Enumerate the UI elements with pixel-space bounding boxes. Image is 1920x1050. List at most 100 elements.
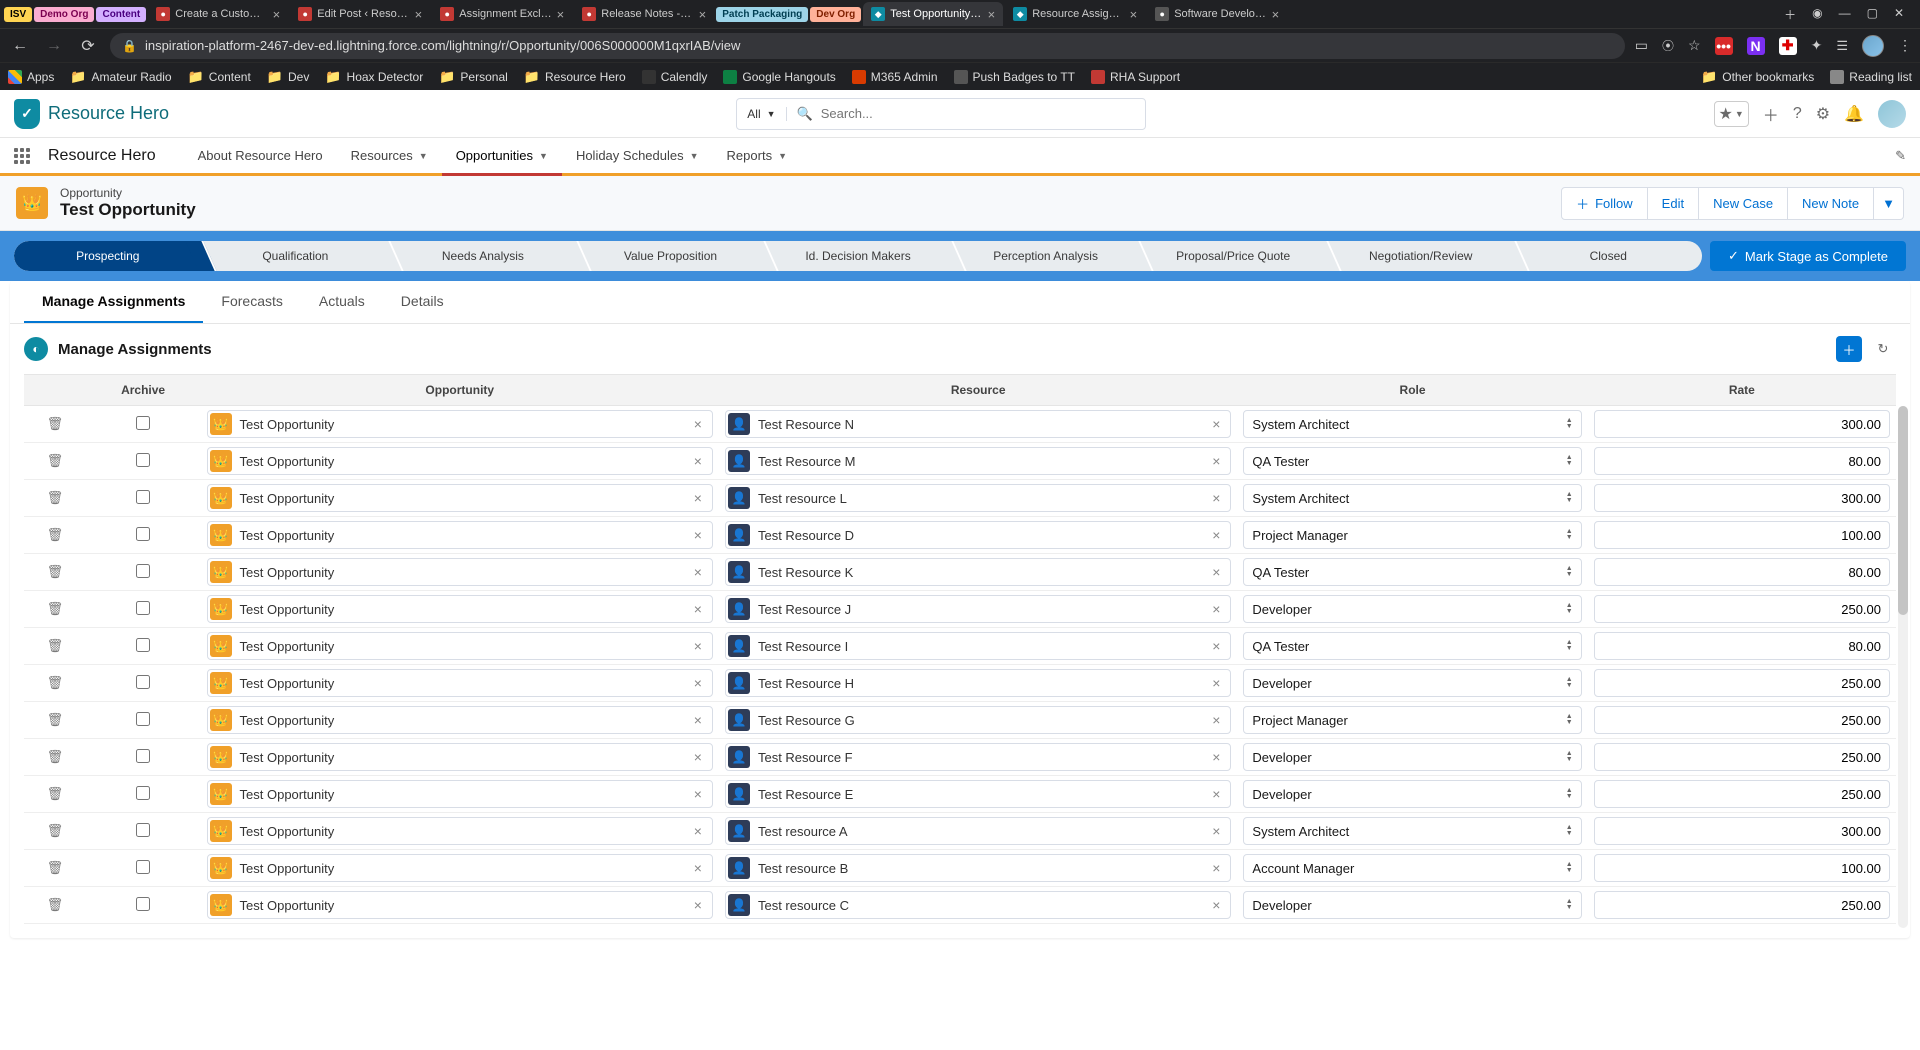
menu-icon[interactable]: ⋮	[1898, 37, 1912, 54]
delete-row-button[interactable]: 🗑	[24, 739, 86, 776]
resource-lookup[interactable]: 👤 Test resource B ×	[725, 854, 1231, 882]
delete-row-button[interactable]: 🗑	[24, 443, 86, 480]
role-select[interactable]: QA Tester ▲▼	[1243, 632, 1581, 660]
stage-item[interactable]: Closed	[1515, 241, 1703, 271]
opportunity-lookup[interactable]: 👑 Test Opportunity ×	[207, 558, 713, 586]
extension-onenote-icon[interactable]: N	[1747, 37, 1765, 55]
browser-tab[interactable]: ●Create a Custom Ma×	[148, 2, 288, 26]
nav-item[interactable]: About Resource Hero	[184, 138, 337, 176]
bookmark-item[interactable]: Push Badges to TT	[954, 70, 1076, 84]
rate-input[interactable]	[1594, 521, 1890, 549]
clear-icon[interactable]: ×	[690, 564, 706, 580]
nav-item[interactable]: Holiday Schedules▼	[562, 138, 713, 176]
archive-checkbox[interactable]	[136, 490, 150, 504]
clear-icon[interactable]: ×	[690, 675, 706, 691]
role-select[interactable]: Developer ▲▼	[1243, 891, 1581, 919]
bookmark-item[interactable]: Calendly	[642, 70, 708, 84]
archive-checkbox[interactable]	[136, 527, 150, 541]
delete-row-button[interactable]: 🗑	[24, 813, 86, 850]
app-launcher-icon[interactable]	[14, 148, 30, 164]
clear-icon[interactable]: ×	[690, 823, 706, 839]
opportunity-lookup[interactable]: 👑 Test Opportunity ×	[207, 447, 713, 475]
rate-input[interactable]	[1594, 669, 1890, 697]
rate-input[interactable]	[1594, 743, 1890, 771]
role-select[interactable]: QA Tester ▲▼	[1243, 447, 1581, 475]
opportunity-lookup[interactable]: 👑 Test Opportunity ×	[207, 484, 713, 512]
clear-icon[interactable]: ×	[1208, 601, 1224, 617]
archive-checkbox[interactable]	[136, 897, 150, 911]
add-assignment-button[interactable]: ＋	[1836, 336, 1862, 362]
resource-lookup[interactable]: 👤 Test Resource H ×	[725, 669, 1231, 697]
clear-icon[interactable]: ×	[1208, 490, 1224, 506]
stage-item[interactable]: Negotiation/Review	[1327, 241, 1515, 271]
back-button[interactable]: ←	[8, 37, 32, 55]
archive-checkbox[interactable]	[136, 675, 150, 689]
clear-icon[interactable]: ×	[1208, 416, 1224, 432]
opportunity-lookup[interactable]: 👑 Test Opportunity ×	[207, 743, 713, 771]
delete-row-button[interactable]: 🗑	[24, 702, 86, 739]
stage-item[interactable]: Qualification	[202, 241, 390, 271]
opportunity-lookup[interactable]: 👑 Test Opportunity ×	[207, 521, 713, 549]
bookmark-item[interactable]: 📁Personal	[439, 69, 508, 85]
close-tab-icon[interactable]: ×	[1272, 7, 1280, 22]
detail-tab[interactable]: Actuals	[301, 281, 383, 323]
rate-input[interactable]	[1594, 706, 1890, 734]
browser-tab[interactable]: ●Edit Post ‹ Resource×	[290, 2, 430, 26]
rate-input[interactable]	[1594, 632, 1890, 660]
stage-item[interactable]: Proposal/Price Quote	[1139, 241, 1327, 271]
clear-icon[interactable]: ×	[1208, 527, 1224, 543]
opportunity-lookup[interactable]: 👑 Test Opportunity ×	[207, 891, 713, 919]
search-scope[interactable]: All ▼	[737, 107, 786, 121]
bookmark-item[interactable]: Reading list	[1830, 69, 1912, 85]
close-tab-icon[interactable]: ×	[1130, 7, 1138, 22]
clear-icon[interactable]: ×	[690, 786, 706, 802]
new-note-button[interactable]: New Note	[1788, 187, 1874, 220]
rate-input[interactable]	[1594, 484, 1890, 512]
resource-lookup[interactable]: 👤 Test Resource E ×	[725, 780, 1231, 808]
rate-input[interactable]	[1594, 854, 1890, 882]
archive-checkbox[interactable]	[136, 860, 150, 874]
clear-icon[interactable]: ×	[690, 749, 706, 765]
clear-icon[interactable]: ×	[690, 601, 706, 617]
clear-icon[interactable]: ×	[690, 638, 706, 654]
archive-checkbox[interactable]	[136, 749, 150, 763]
browser-tab[interactable]: ●Assignment Exclusio×	[432, 2, 572, 26]
edit-button[interactable]: Edit	[1648, 187, 1699, 220]
archive-checkbox[interactable]	[136, 786, 150, 800]
rate-input[interactable]	[1594, 410, 1890, 438]
archive-checkbox[interactable]	[136, 638, 150, 652]
nav-item[interactable]: Reports▼	[713, 138, 801, 176]
clear-icon[interactable]: ×	[1208, 823, 1224, 839]
delete-row-button[interactable]: 🗑	[24, 628, 86, 665]
edit-nav-icon[interactable]: ✎	[1895, 148, 1906, 164]
archive-checkbox[interactable]	[136, 601, 150, 615]
clear-icon[interactable]: ×	[1208, 638, 1224, 654]
clear-icon[interactable]: ×	[1208, 860, 1224, 876]
browser-tab[interactable]: Patch Packaging	[716, 7, 808, 22]
archive-checkbox[interactable]	[136, 416, 150, 430]
delete-row-button[interactable]: 🗑	[24, 591, 86, 628]
new-case-button[interactable]: New Case	[1699, 187, 1788, 220]
bookmark-item[interactable]: 📁Dev	[267, 69, 310, 85]
role-select[interactable]: Developer ▲▼	[1243, 743, 1581, 771]
close-tab-icon[interactable]: ×	[699, 7, 707, 22]
rate-input[interactable]	[1594, 595, 1890, 623]
clear-icon[interactable]: ×	[1208, 749, 1224, 765]
rate-input[interactable]	[1594, 891, 1890, 919]
bookmark-item[interactable]: 📁Other bookmarks	[1701, 69, 1814, 85]
extensions-icon[interactable]: ✦	[1811, 37, 1823, 54]
browser-tab[interactable]: Dev Org	[810, 7, 861, 22]
nav-item[interactable]: Resources▼	[337, 138, 442, 176]
stage-item[interactable]: Prospecting	[14, 241, 202, 271]
cast-icon[interactable]: ▭	[1635, 37, 1648, 54]
clear-icon[interactable]: ×	[1208, 897, 1224, 913]
detail-tab[interactable]: Details	[383, 281, 462, 323]
opportunity-lookup[interactable]: 👑 Test Opportunity ×	[207, 706, 713, 734]
browser-tab[interactable]: Content	[96, 7, 146, 22]
resource-lookup[interactable]: 👤 Test Resource J ×	[725, 595, 1231, 623]
clear-icon[interactable]: ×	[1208, 786, 1224, 802]
forward-button[interactable]: →	[42, 37, 66, 55]
browser-tab[interactable]: ●Release Notes - Reso×	[574, 2, 714, 26]
opportunity-lookup[interactable]: 👑 Test Opportunity ×	[207, 595, 713, 623]
resource-lookup[interactable]: 👤 Test resource A ×	[725, 817, 1231, 845]
